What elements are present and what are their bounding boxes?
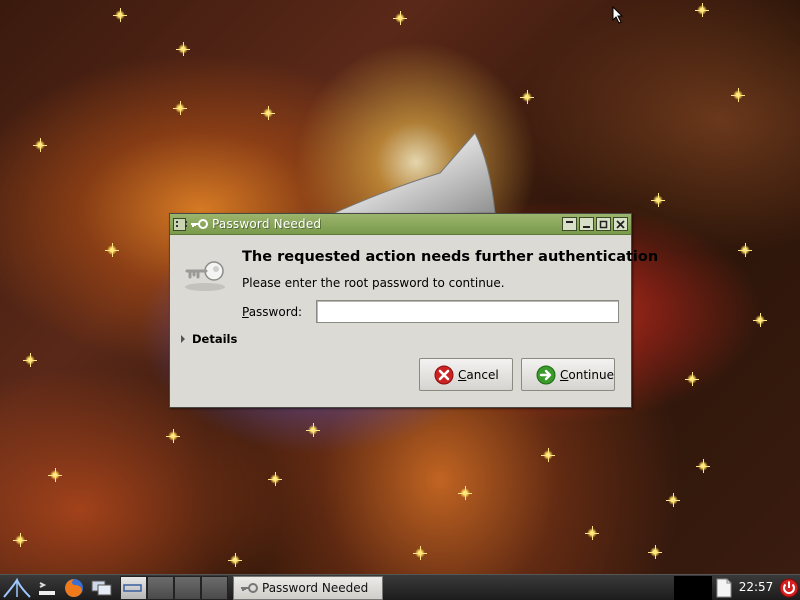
maximize-icon [599,220,608,228]
workspace-window-thumbnail-icon [123,584,142,592]
dialog-headline: The requested action needs further authe… [242,249,659,265]
task-label: Password Needed [262,581,369,595]
star [696,459,710,473]
star [228,553,242,567]
password-label: Password: [242,305,302,319]
star [738,243,752,257]
dialog-message: Please enter the root password to contin… [242,276,505,290]
star [306,423,320,437]
star [33,138,47,152]
maximize-button[interactable] [596,217,611,231]
password-label-mnemonic: P [242,305,249,319]
star [13,533,27,547]
taskbar: Password Needed 22:57 [0,574,800,600]
star [23,353,37,367]
details-label: Details [192,332,238,346]
star [731,88,745,102]
star [261,106,275,120]
key-icon [191,219,208,229]
clock[interactable]: 22:57 [736,580,776,594]
authentication-key-icon [185,261,225,291]
password-dialog: Password Needed The requested action nee… [169,213,658,408]
continue-label-text: ontinue [568,367,614,382]
cancel-label: Cancel [458,368,499,382]
shade-button[interactable] [562,217,577,231]
cancel-icon [434,365,454,384]
taskbar-task-password-needed[interactable]: Password Needed [233,576,383,600]
star [520,90,534,104]
star [176,42,190,56]
star [268,472,282,486]
star [753,313,767,327]
minimize-button[interactable] [579,217,594,231]
minimize-icon [583,225,590,228]
dialog-title: Password Needed [212,217,322,231]
cancel-button[interactable]: Cancel [419,358,513,391]
power-icon[interactable] [779,578,799,598]
close-button[interactable] [613,217,628,231]
star [666,493,680,507]
start-menu-icon[interactable] [2,577,32,599]
continue-label: Continue [560,368,614,382]
star [113,8,127,22]
workspace-4[interactable] [201,576,228,600]
workspace-1[interactable] [120,576,147,600]
shade-icon [566,220,573,223]
password-input[interactable] [316,300,619,323]
show-windows-icon[interactable] [89,577,115,599]
document-icon[interactable] [715,578,733,598]
star [458,486,472,500]
star [541,448,555,462]
system-tray-area [674,576,712,600]
firefox-icon[interactable] [62,577,86,599]
star [173,101,187,115]
expander-arrow-icon [181,335,185,343]
star [393,11,407,25]
star [48,468,62,482]
star [651,193,665,207]
star [695,3,709,17]
continue-button[interactable]: Continue [521,358,615,391]
star [585,526,599,540]
titlebar-buttons [562,217,628,231]
workspace-2[interactable] [147,576,174,600]
wallpaper-blade-graphic [330,133,496,216]
details-expander[interactable]: Details [181,332,237,346]
star [166,429,180,443]
workspace-3[interactable] [174,576,201,600]
dialog-titlebar[interactable]: Password Needed [170,214,631,235]
password-label-text: assword: [248,305,303,319]
continue-arrow-icon [536,365,556,384]
mouse-cursor-icon [612,6,624,24]
star [685,372,699,386]
key-icon [241,583,258,593]
close-icon [616,219,625,229]
star [413,546,427,560]
star [105,243,119,257]
window-menu-icon[interactable] [173,217,187,231]
star [648,545,662,559]
cancel-label-text: ancel [466,367,499,382]
terminal-icon[interactable] [35,577,59,599]
